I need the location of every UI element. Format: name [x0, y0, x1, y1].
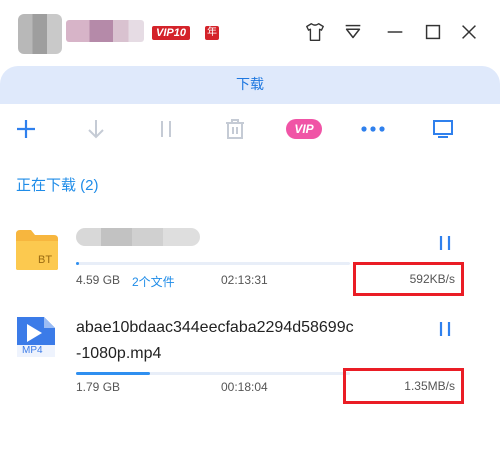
panel-title: 下载: [236, 76, 264, 92]
panel-header: 下载: [0, 66, 500, 104]
item-pause-button[interactable]: [436, 234, 454, 252]
pause-icon: [161, 121, 171, 137]
progress-bar: [76, 372, 350, 375]
bt-folder-icon: BT: [14, 228, 60, 277]
downloading-section-label: 正在下载 (2): [16, 177, 99, 194]
download-arrow-icon: [88, 120, 104, 139]
annual-badge: 年: [205, 26, 219, 40]
video-file-icon: MP4: [14, 314, 58, 365]
time-remaining: 02:13:31: [221, 273, 268, 287]
skin-tshirt-icon[interactable]: [302, 19, 328, 45]
progress-fill: [76, 372, 150, 375]
time-remaining: 00:18:04: [221, 380, 268, 394]
progress-fill: [76, 262, 79, 265]
more-dots-icon: [361, 126, 385, 132]
screen-mode-button[interactable]: [428, 114, 458, 144]
vip-level-badge: VIP10: [152, 26, 190, 40]
progress-bar: [76, 262, 350, 265]
plus-icon: [17, 120, 35, 138]
pause-all-button[interactable]: [152, 114, 180, 144]
maximize-icon[interactable]: [420, 19, 446, 45]
delete-button[interactable]: [220, 114, 250, 144]
start-button[interactable]: [82, 114, 110, 144]
file-type-label: MP4: [22, 345, 43, 356]
download-toolbar: VIP: [0, 104, 500, 154]
trash-icon: [226, 119, 244, 139]
vip-acceleration-button[interactable]: VIP: [284, 114, 324, 144]
file-name-blurred: [76, 228, 200, 246]
pause-icon: [439, 322, 451, 336]
monitor-icon: [433, 120, 453, 138]
item-pause-button[interactable]: [436, 320, 454, 338]
close-icon[interactable]: [456, 19, 482, 45]
file-size: 1.79 GB: [76, 380, 121, 394]
username: [66, 20, 144, 42]
vip-pill-label: VIP: [286, 119, 322, 139]
file-name-line-1: abae10bdaac344eecfaba2294d58699c: [76, 319, 354, 336]
minimize-icon[interactable]: [382, 19, 408, 45]
file-type-label: BT: [38, 254, 53, 266]
add-task-button[interactable]: [12, 114, 40, 144]
menu-dropdown-icon[interactable]: [340, 19, 366, 45]
speed-highlight-box: 1.35MB/s: [343, 368, 464, 404]
more-options-button[interactable]: [358, 114, 388, 144]
file-count-link[interactable]: 2个文件: [132, 273, 175, 290]
title-bar: VIP10 年: [0, 0, 500, 64]
speed-highlight-box: 592KB/s: [353, 262, 464, 296]
file-size: 4.59 GB: [76, 273, 121, 287]
pause-icon: [439, 236, 451, 250]
avatar[interactable]: [18, 14, 62, 54]
file-name-line-2: -1080p.mp4: [76, 345, 162, 362]
download-speed: 592KB/s: [409, 272, 455, 286]
download-speed: 1.35MB/s: [404, 379, 455, 393]
